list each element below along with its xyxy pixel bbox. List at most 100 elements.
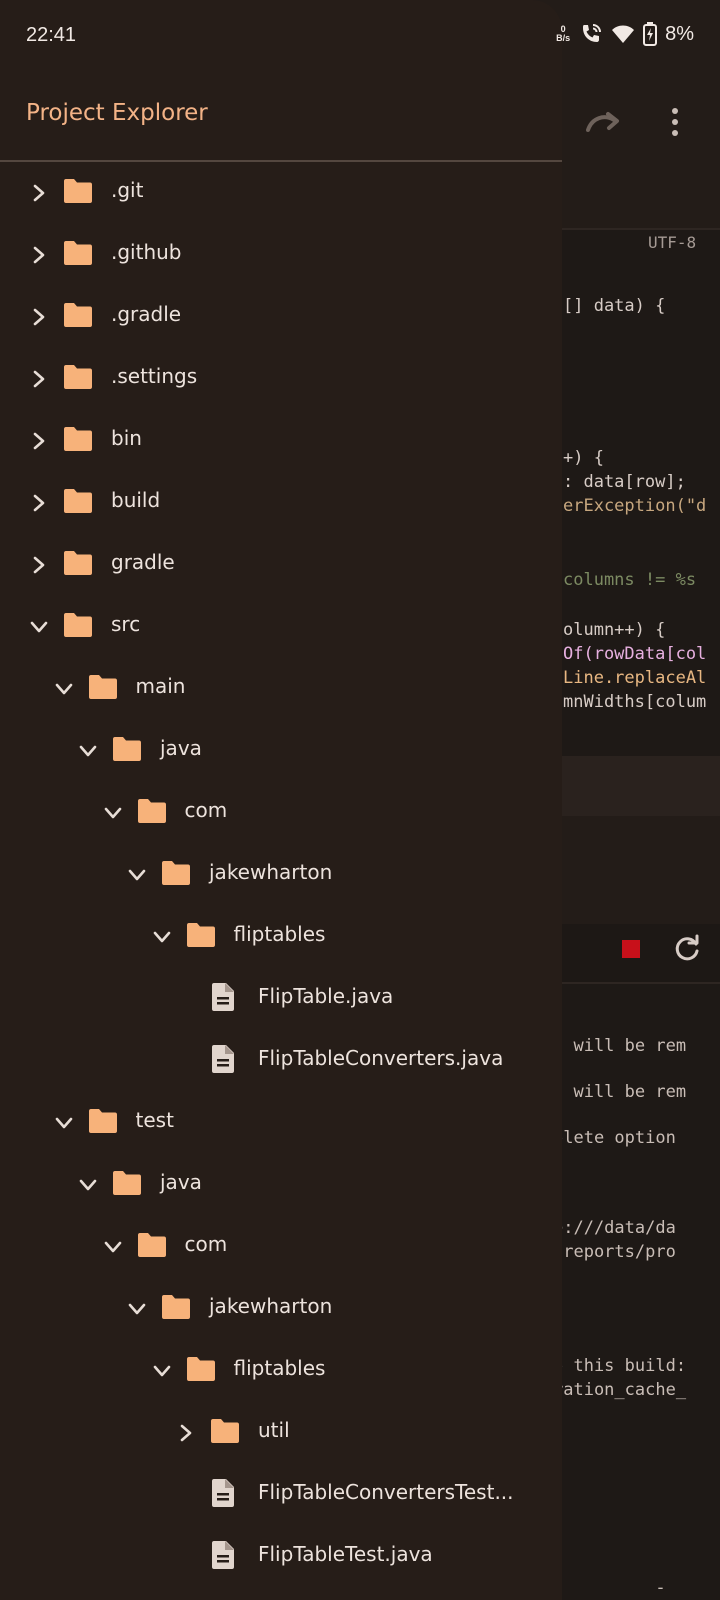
tree-folder-row[interactable]: .git (0, 162, 562, 224)
tree-folder-row[interactable]: main (0, 658, 562, 720)
tree-item-label: .settings (111, 364, 198, 388)
folder-icon (64, 241, 92, 265)
tree-folder-row[interactable]: gradle (0, 534, 562, 596)
folder-icon (64, 365, 92, 389)
project-explorer-drawer: Project Explorer .git .github .gradle .sett… (0, 0, 562, 1600)
tree-item-label: bin (111, 426, 142, 450)
tree-folder-row[interactable]: jakewharton (0, 1278, 562, 1340)
folder-icon (64, 179, 92, 203)
file-tree: .git .github .gradle .settings bin build gradl… (0, 162, 562, 1588)
tree-item-label: .git (111, 178, 144, 202)
chevron-down-icon[interactable] (53, 678, 75, 700)
console-line: ] will be rem (553, 1036, 687, 1056)
folder-icon (64, 427, 92, 451)
folder-icon (64, 613, 92, 637)
file-icon (212, 1541, 234, 1569)
tree-item-label: com (184, 798, 228, 822)
net-speed-unit: B/s (556, 33, 571, 43)
tree-folder-row[interactable]: bin (0, 410, 562, 472)
tree-item-label: FlipTableTest.java (258, 1542, 433, 1566)
folder-icon (88, 675, 117, 699)
tree-item-label: src (111, 612, 141, 636)
chevron-down-icon[interactable] (28, 616, 50, 638)
tree-item-label: com (184, 1232, 228, 1256)
tree-item-label: java (160, 1170, 202, 1194)
tree-item-label: jakewharton (209, 1294, 333, 1318)
status-time: 22:41 (26, 24, 77, 46)
tree-folder-row[interactable]: test (0, 1092, 562, 1154)
chevron-down-icon[interactable] (126, 864, 148, 886)
folder-icon (186, 923, 215, 947)
net-speed-indicator: 0 B/s (555, 25, 571, 43)
tree-item-label: java (160, 736, 202, 760)
chevron-down-icon[interactable] (126, 1298, 148, 1320)
tree-folder-row[interactable]: com (0, 1216, 562, 1278)
tree-file-row[interactable]: FlipTable.java (0, 968, 562, 1030)
chevron-right-icon[interactable] (28, 430, 50, 452)
wifi-call-icon (583, 24, 602, 42)
tree-file-row[interactable]: FlipTableConvertersTest... (0, 1464, 562, 1526)
tree-folder-row[interactable]: build (0, 472, 562, 534)
battery-icon (643, 22, 658, 46)
tree-item-label: FlipTable.java (258, 984, 394, 1008)
chevron-right-icon[interactable] (175, 1422, 197, 1444)
folder-icon (88, 1109, 117, 1133)
tree-item-label: gradle (111, 550, 175, 574)
chevron-right-icon[interactable] (28, 554, 50, 576)
tree-folder-row[interactable]: .gradle (0, 286, 562, 348)
chevron-right-icon[interactable] (28, 492, 50, 514)
chevron-right-icon[interactable] (28, 182, 50, 204)
tree-item-label: test (135, 1108, 174, 1132)
tree-folder-row[interactable]: util (0, 1402, 562, 1464)
folder-icon (64, 489, 92, 513)
more-options-icon[interactable] (660, 104, 690, 140)
chevron-down-icon[interactable] (77, 740, 99, 762)
tree-folder-row[interactable]: java (0, 1154, 562, 1216)
chevron-down-icon[interactable] (102, 1236, 124, 1258)
code-line: Line.replaceAl (563, 668, 707, 688)
file-icon (212, 1045, 234, 1073)
tree-file-row[interactable]: FlipTableTest.java (0, 1526, 562, 1588)
refresh-icon[interactable] (672, 934, 702, 964)
tree-file-row[interactable]: FlipTableConverters.java (0, 1030, 562, 1092)
chevron-down-icon[interactable] (53, 1112, 75, 1134)
code-line: erException("d (563, 496, 707, 516)
tree-folder-row[interactable]: .github (0, 224, 562, 286)
tree-folder-row[interactable]: src (0, 596, 562, 658)
stop-icon[interactable] (622, 940, 640, 958)
code-line: mnWidths[colum (563, 692, 707, 712)
chevron-right-icon[interactable] (28, 244, 50, 266)
code-line: +) { (563, 448, 604, 468)
tree-item-label: build (111, 488, 161, 512)
tree-folder-row[interactable]: jakewharton (0, 844, 562, 906)
console-line: /reports/pro (553, 1242, 676, 1262)
chevron-right-icon[interactable] (28, 306, 50, 328)
tree-item-label: fliptables (233, 922, 326, 946)
tree-folder-row[interactable]: fliptables (0, 1340, 562, 1402)
status-bar: 22:41 0 B/s 8% (0, 0, 720, 72)
drawer-title: Project Explorer (26, 100, 208, 126)
screen: UTF-8 [] data) { +) { : data[row]; erExc… (0, 0, 720, 1600)
tree-item-label: main (135, 674, 186, 698)
tree-item-label: fliptables (233, 1356, 326, 1380)
chevron-down-icon[interactable] (102, 802, 124, 824)
tree-folder-row[interactable]: java (0, 720, 562, 782)
console-line: ] will be rem (553, 1082, 687, 1102)
chevron-down-icon[interactable] (77, 1174, 99, 1196)
folder-icon (137, 799, 166, 823)
chevron-right-icon[interactable] (28, 368, 50, 390)
tree-folder-row[interactable]: com (0, 782, 562, 844)
battery-percent: 8% (665, 22, 694, 45)
code-line: Of(rowData[col (563, 644, 707, 664)
code-line: [] data) { (563, 296, 666, 316)
code-line: columns != %s (563, 570, 697, 590)
tree-folder-row[interactable]: fliptables (0, 906, 562, 968)
chevron-down-icon[interactable] (151, 926, 173, 948)
chevron-down-icon[interactable] (151, 1360, 173, 1382)
tree-folder-row[interactable]: .settings (0, 348, 562, 410)
file-icon (212, 1479, 234, 1507)
folder-icon (64, 303, 92, 327)
tree-item-label: .github (111, 240, 182, 264)
tree-item-label: jakewharton (209, 860, 333, 884)
redo-icon[interactable] (584, 104, 624, 140)
